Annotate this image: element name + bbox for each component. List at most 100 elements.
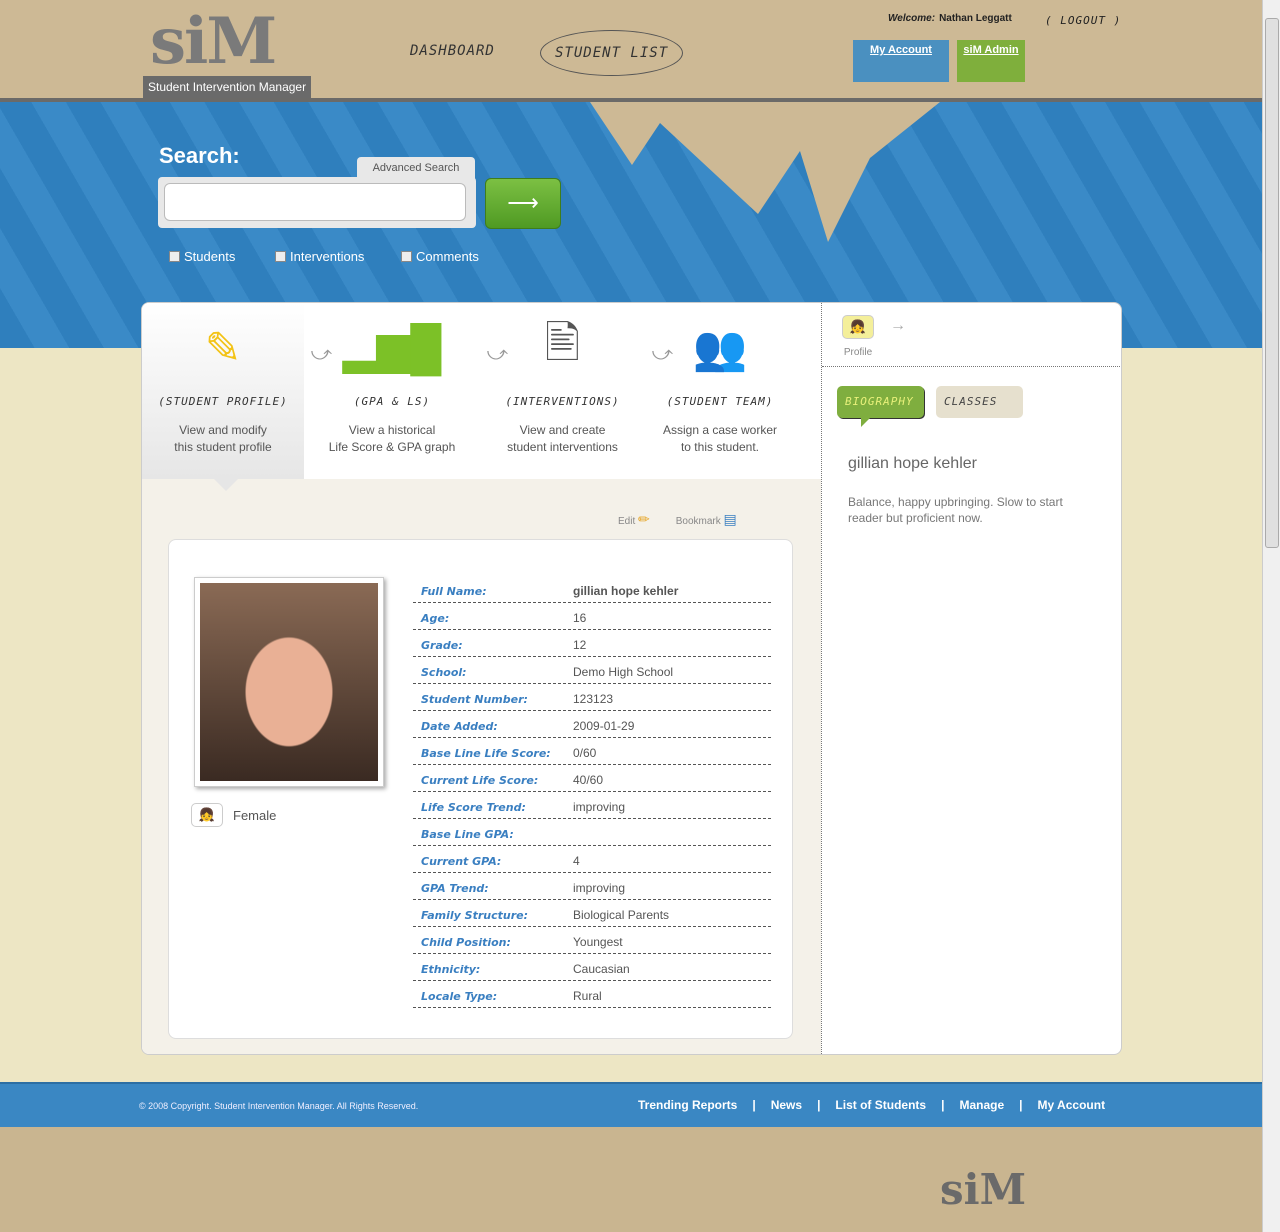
field-value: improving [573,881,626,895]
footer-link[interactable]: Trending Reports [638,1098,737,1112]
field-value: Biological Parents [573,908,670,922]
student-photo [194,577,384,787]
nav-dashboard[interactable]: DASHBOARD [410,43,495,59]
field-label: Grade: [421,639,463,652]
active-step-pointer [214,479,238,491]
document-pen-icon: 🖹 [544,318,581,368]
field-label: Age: [421,612,450,625]
field-row: Current GPA: 4 [413,846,771,873]
sidebar: 👧 Profile → BIOGRAPHY CLASSES gillian hop… [821,303,1121,1054]
field-value: improving [573,800,626,814]
profile-actions: Edit ✏ Bookmark ▤ [618,511,737,528]
logo[interactable]: siM [150,4,277,79]
separator: | [752,1098,756,1112]
footer-link[interactable]: News [771,1098,802,1112]
filter-label: Students [184,249,236,264]
main-panel: ✎ (STUDENT PROFILE) View and modify this … [141,302,1122,1055]
field-value: Caucasian [573,962,630,976]
field-row: Ethnicity: Caucasian [413,954,771,981]
footer: © 2008 Copyright. Student Intervention M… [0,1082,1262,1127]
footer-link[interactable]: My Account [1038,1098,1106,1112]
bookmark-icon: ▤ [723,511,737,527]
step-desc: View a historical [348,423,436,437]
step-desc: View and modify [179,423,267,437]
step-desc: this student profile [174,440,272,454]
step-caption: (STUDENT PROFILE) [158,395,288,408]
field-row: Base Line GPA: [413,819,771,846]
footer-links: Trending Reports | News | List of Students | M… [638,1098,1105,1112]
field-row: Full Name: gillian hope kehler [413,576,771,603]
field-row: Age: 16 [413,603,771,630]
logout-link[interactable]: ( LOGOUT ) [1045,14,1121,27]
field-row: Grade: 12 [413,630,771,657]
field-label: Base Line Life Score: [421,747,551,760]
checkbox[interactable] [275,251,286,262]
profile-card: 👧 Female Full Name: gillian hope kehler Age… [168,539,793,1039]
arrow-right-icon: ⟶ [507,190,539,215]
tab-biography[interactable]: BIOGRAPHY [837,386,924,427]
step-desc: student interventions [507,440,618,454]
sim-admin-tab[interactable]: siM Admin [957,40,1025,82]
header: siM Student Intervention Manager DASHBOA… [0,0,1262,102]
field-label: Family Structure: [421,909,529,922]
bookmark-label: Bookmark [675,516,721,527]
edit-button[interactable]: Edit ✏ [618,511,650,528]
gender: 👧 Female [191,803,276,827]
filter-students[interactable]: Students [169,249,235,264]
checkbox[interactable] [169,251,180,262]
user-name: Nathan Leggatt [939,13,1012,24]
field-row: Student Number: 123123 [413,684,771,711]
field-value: Youngest [573,935,623,949]
tab-classes[interactable]: CLASSES [936,386,1023,418]
step-student-profile[interactable]: ✎ (STUDENT PROFILE) View and modify this … [142,303,332,479]
step-student-team[interactable]: 👥 (STUDENT TEAM) Assign a case worker to … [645,303,795,479]
welcome-label: Welcome: [888,13,936,24]
my-account-tab[interactable]: My Account [853,40,949,82]
search-box [158,177,476,228]
footer-link[interactable]: List of Students [835,1098,926,1112]
field-row: GPA Trend: improving [413,873,771,900]
footer-link[interactable]: Manage [959,1098,1004,1112]
gender-value: Female [233,807,277,823]
advanced-search-tab[interactable]: Advanced Search [357,157,475,179]
step-gpa-ls[interactable]: ▂▆█ (GPA & LS) View a historical Life Sco… [304,303,508,479]
filter-comments[interactable]: Comments [401,249,479,264]
filter-interventions[interactable]: Interventions [275,249,364,264]
arrow-icon: → [890,317,906,334]
field-row: Locale Type: Rural [413,981,771,1008]
welcome-text: Welcome: Nathan Leggatt [888,13,1012,24]
step-interventions[interactable]: 🖹 (INTERVENTIONS) View and create student… [480,303,673,479]
profile-label: Profile [843,347,873,358]
search-go-button[interactable]: ⟶ [485,178,561,229]
profile-fields: Full Name: gillian hope kehler Age: 16 Grade… [413,576,771,1008]
bar-chart-icon: ▂▆█ [342,323,442,373]
field-value: 16 [573,611,587,625]
checkbox[interactable] [401,251,412,262]
field-row: Life Score Trend: improving [413,792,771,819]
scrollbar-thumb[interactable] [1265,18,1279,548]
step-caption: (INTERVENTIONS) [505,395,620,408]
bookmark-button[interactable]: Bookmark ▤ [676,511,737,528]
nav-student-list[interactable]: STUDENT LIST [540,30,684,76]
field-label: Student Number: [421,693,528,706]
field-value: 12 [573,638,587,652]
pencil-icon: ✏ [638,511,650,527]
field-value: 40/60 [573,773,604,787]
field-value: 123123 [573,692,614,706]
search-input[interactable] [164,183,466,221]
field-label: Base Line GPA: [421,828,514,841]
highlighter-icon: ✎ [204,323,242,373]
field-value: Rural [573,989,602,1003]
step-desc: View and create [519,423,606,437]
female-icon: 👧 [191,803,223,827]
scrollbar[interactable] [1262,0,1280,1232]
profile-shortcut[interactable]: 👧 Profile [842,315,874,358]
step-desc: Assign a case worker [662,423,778,437]
step-caption: (STUDENT TEAM) [666,395,774,408]
field-label: School: [421,666,467,679]
field-row: Child Position: Youngest [413,927,771,954]
field-label: Current Life Score: [421,774,539,787]
step-desc: Life Score & GPA graph [328,440,456,454]
field-label: Locale Type: [421,990,498,1003]
step-caption: (GPA & LS) [353,395,431,408]
